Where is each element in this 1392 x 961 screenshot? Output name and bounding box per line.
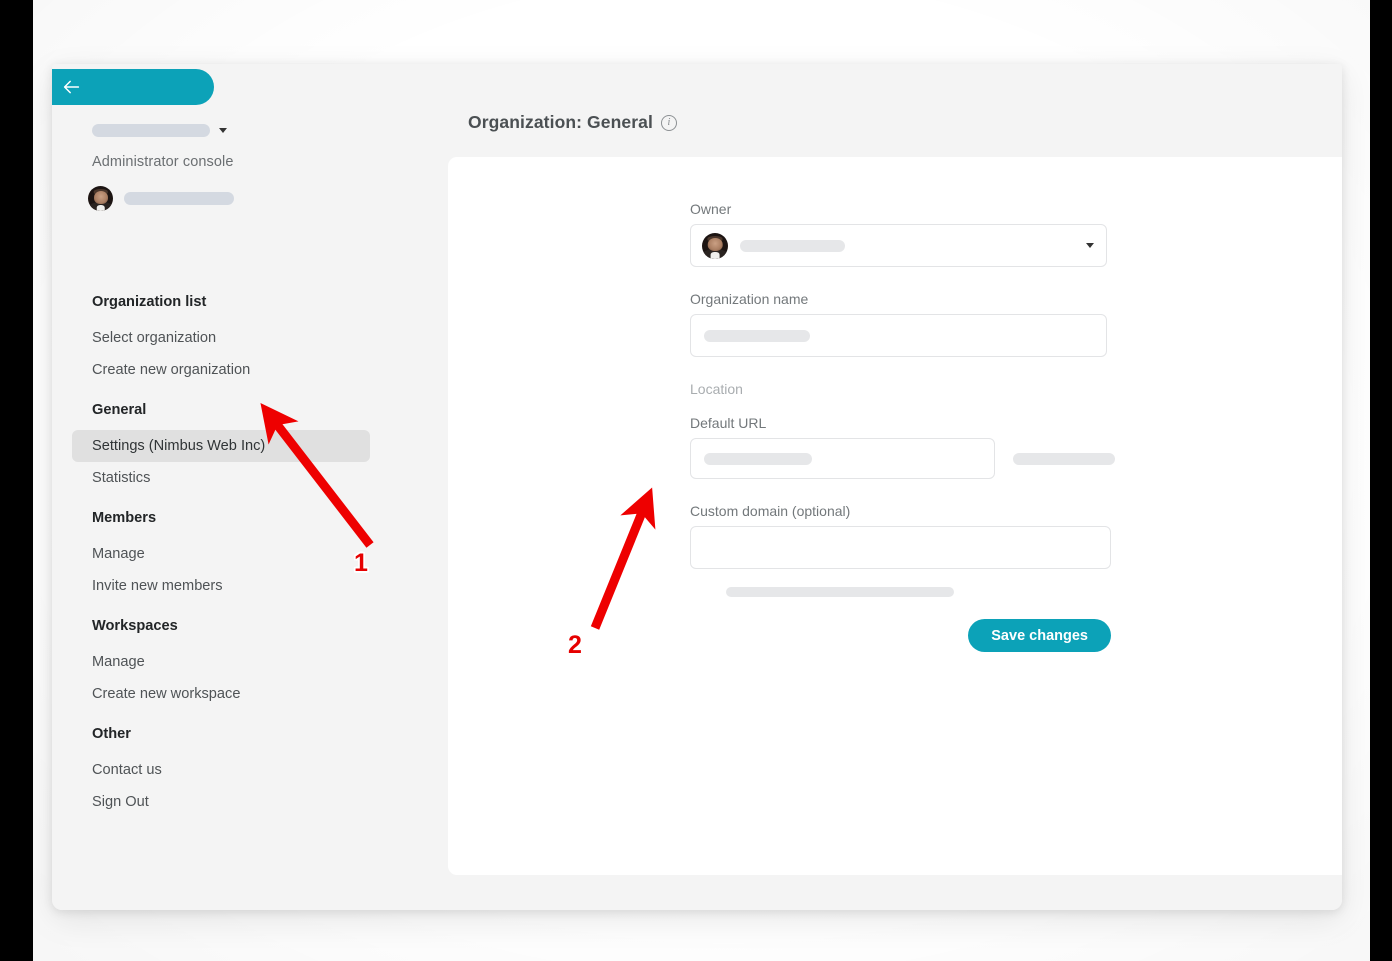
form-actions: Save changes [690,619,1111,652]
default-url-label: Default URL [690,415,767,431]
main-content: Organization: General i Owner Organizati… [396,64,1342,910]
custom-domain-input[interactable] [690,526,1111,569]
custom-domain-label: Custom domain (optional) [690,503,851,519]
nav-group-title: Members [92,510,157,526]
sidebar-item-contact-us[interactable]: Contact us [72,754,370,786]
organization-general-form: Owner Organization name Location Default… [690,201,1115,652]
nav-group-title: Organization list [92,294,207,310]
sidebar-item-select-organization[interactable]: Select organization [72,322,370,354]
chevron-down-icon [1086,243,1094,248]
nav-group-title: General [92,402,147,418]
app-window: Administrator console Organization list … [52,64,1342,910]
owner-label: Owner [690,201,732,217]
user-row[interactable] [88,186,234,211]
page-header: Organization: General i [468,112,677,133]
chevron-down-icon [219,128,227,133]
sidebar-nav: Organization list Select organization Cr… [52,292,396,818]
custom-domain-hint-redacted [726,587,954,597]
sidebar-item-create-new-organization[interactable]: Create new organization [72,354,370,386]
default-url-input[interactable] [690,438,995,479]
arrow-left-icon [63,80,80,94]
default-url-row [690,438,1115,479]
admin-console-label: Administrator console [92,154,234,170]
url-suffix-redacted [1013,452,1115,465]
sidebar-item-settings[interactable]: Settings (Nimbus Web Inc) [72,430,370,462]
nav-group-workspaces: Workspaces Manage Create new workspace [52,616,396,710]
nav-group-organization-list: Organization list Select organization Cr… [52,292,396,386]
sidebar-item-statistics[interactable]: Statistics [72,462,370,494]
avatar [702,232,728,259]
user-name-redacted [124,192,234,205]
nav-group-title: Other [92,726,131,742]
page-title: Organization: General [468,112,653,132]
sidebar-item-invite-new-members[interactable]: Invite new members [72,570,370,602]
sidebar: Administrator console Organization list … [52,64,396,910]
save-changes-button[interactable]: Save changes [968,619,1111,652]
sidebar-item-members-manage[interactable]: Manage [72,538,370,570]
owner-value-redacted [740,239,845,252]
back-button[interactable] [52,69,214,105]
sidebar-item-sign-out[interactable]: Sign Out [72,786,370,818]
settings-card: Owner Organization name Location Default… [448,157,1342,875]
default-url-value-redacted [704,452,812,465]
sidebar-item-workspaces-manage[interactable]: Manage [72,646,370,678]
owner-select[interactable] [690,224,1107,267]
nav-group-title: Workspaces [92,618,178,634]
avatar [88,186,113,211]
organization-name-value-redacted [704,329,810,342]
nav-group-members: Members Manage Invite new members [52,508,396,602]
org-name-redacted [92,124,210,137]
org-switcher[interactable] [92,124,227,137]
nav-group-other: Other Contact us Sign Out [52,724,396,818]
organization-name-label: Organization name [690,291,809,307]
organization-name-input[interactable] [690,314,1107,357]
sidebar-item-create-new-workspace[interactable]: Create new workspace [72,678,370,710]
nav-group-general: General Settings (Nimbus Web Inc) Statis… [52,400,396,494]
info-icon[interactable]: i [660,114,677,131]
location-section-label: Location [690,381,743,397]
